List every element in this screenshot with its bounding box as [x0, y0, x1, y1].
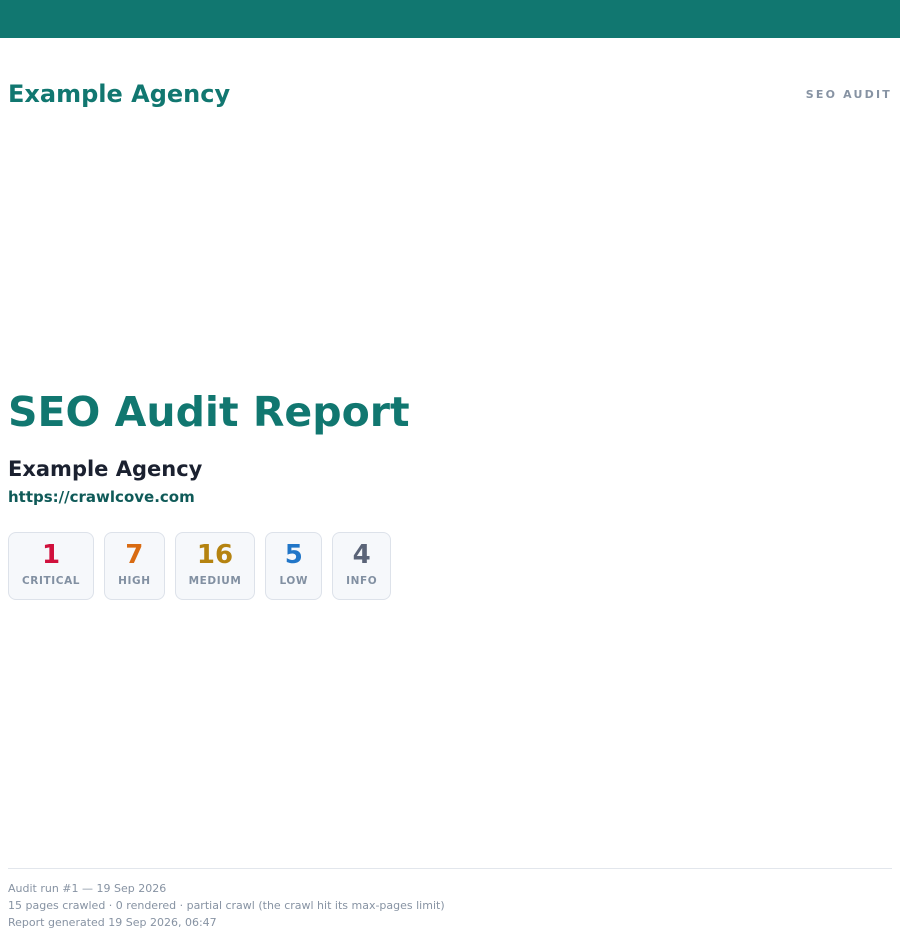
audit-run-info: Audit run #1 — 19 Sep 2026 — [8, 882, 167, 895]
agency-brand: Example Agency — [8, 80, 231, 108]
low-count: 5 — [284, 540, 303, 570]
site-url-link[interactable]: https://crawlcove.com — [8, 487, 195, 507]
medium-count: 16 — [196, 540, 234, 570]
severity-card-low: 5 LOW — [265, 532, 323, 600]
severity-card-high: 7 HIGH — [104, 532, 165, 600]
severity-card-critical: 1 CRITICAL — [8, 532, 95, 600]
low-label: LOW — [279, 575, 309, 587]
medium-label: MEDIUM — [188, 575, 242, 587]
info-count: 4 — [352, 540, 371, 570]
severity-card-medium: 16 MEDIUM — [174, 532, 256, 600]
top-accent-bar — [0, 0, 900, 38]
severity-summary: 1 CRITICAL 7 HIGH 16 MEDIUM 5 LOW 4 INFO — [8, 532, 392, 600]
info-label: INFO — [346, 575, 378, 587]
report-title: SEO Audit Report — [8, 388, 410, 436]
report-header: Example Agency SEO AUDIT — [8, 78, 892, 110]
critical-count: 1 — [42, 540, 61, 570]
report-footer: Audit run #1 — 19 Sep 2026 15 pages craw… — [8, 868, 892, 931]
crawl-statistics: 15 pages crawled · 0 rendered · partial … — [8, 899, 445, 912]
high-label: HIGH — [118, 575, 151, 587]
severity-card-info: 4 INFO — [332, 532, 392, 600]
high-count: 7 — [125, 540, 144, 570]
critical-label: CRITICAL — [22, 575, 81, 587]
report-type-label: SEO AUDIT — [805, 87, 892, 101]
report-generated-timestamp: Report generated 19 Sep 2026, 06:47 — [8, 916, 217, 929]
client-name: Example Agency — [8, 457, 203, 481]
